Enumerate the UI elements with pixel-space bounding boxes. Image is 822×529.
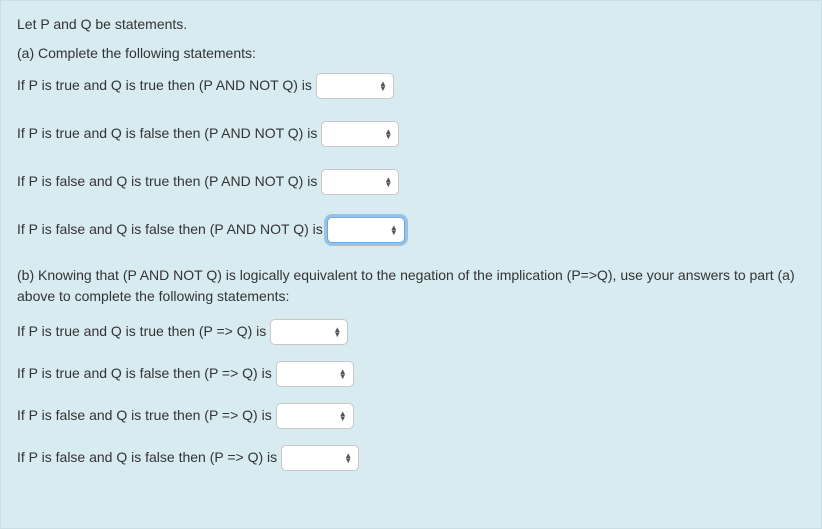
select-stepper-icon — [344, 453, 352, 463]
select-stepper-icon — [339, 411, 347, 421]
part-a-heading: (a) Complete the following statements: — [17, 44, 805, 63]
answer-select-a2[interactable] — [321, 121, 399, 147]
part-b-row-2: If P is true and Q is false then (P => Q… — [17, 361, 805, 387]
select-stepper-icon — [339, 369, 347, 379]
statement-text: If P is true and Q is false then (P => Q… — [17, 365, 272, 382]
answer-select-a3[interactable] — [321, 169, 399, 195]
statement-text: If P is true and Q is true then (P => Q)… — [17, 323, 266, 340]
answer-select-a1[interactable] — [316, 73, 394, 99]
select-stepper-icon — [384, 129, 392, 139]
select-stepper-icon — [379, 81, 387, 91]
select-stepper-icon — [384, 177, 392, 187]
select-stepper-icon — [333, 327, 341, 337]
answer-select-a4[interactable] — [327, 217, 405, 243]
answer-select-b3[interactable] — [276, 403, 354, 429]
statement-text: If P is true and Q is false then (P AND … — [17, 125, 317, 142]
statement-text: If P is false and Q is false then (P AND… — [17, 221, 323, 238]
statement-text: If P is false and Q is true then (P => Q… — [17, 407, 272, 424]
part-b-row-1: If P is true and Q is true then (P => Q)… — [17, 319, 805, 345]
statement-text: If P is true and Q is true then (P AND N… — [17, 77, 312, 94]
answer-select-b2[interactable] — [276, 361, 354, 387]
answer-select-b4[interactable] — [281, 445, 359, 471]
part-b-row-3: If P is false and Q is true then (P => Q… — [17, 403, 805, 429]
part-b-row-4: If P is false and Q is false then (P => … — [17, 445, 805, 471]
part-a-row-2: If P is true and Q is false then (P AND … — [17, 121, 805, 147]
statement-text: If P is false and Q is false then (P => … — [17, 449, 277, 466]
question-panel: Let P and Q be statements. (a) Complete … — [0, 0, 822, 529]
part-a-row-3: If P is false and Q is true then (P AND … — [17, 169, 805, 195]
part-a-row-1: If P is true and Q is true then (P AND N… — [17, 73, 805, 99]
intro-text: Let P and Q be statements. — [17, 15, 805, 34]
select-stepper-icon — [390, 225, 398, 235]
part-b-heading: (b) Knowing that (P AND NOT Q) is logica… — [17, 265, 805, 307]
part-a-row-4: If P is false and Q is false then (P AND… — [17, 217, 805, 243]
answer-select-b1[interactable] — [270, 319, 348, 345]
statement-text: If P is false and Q is true then (P AND … — [17, 173, 317, 190]
